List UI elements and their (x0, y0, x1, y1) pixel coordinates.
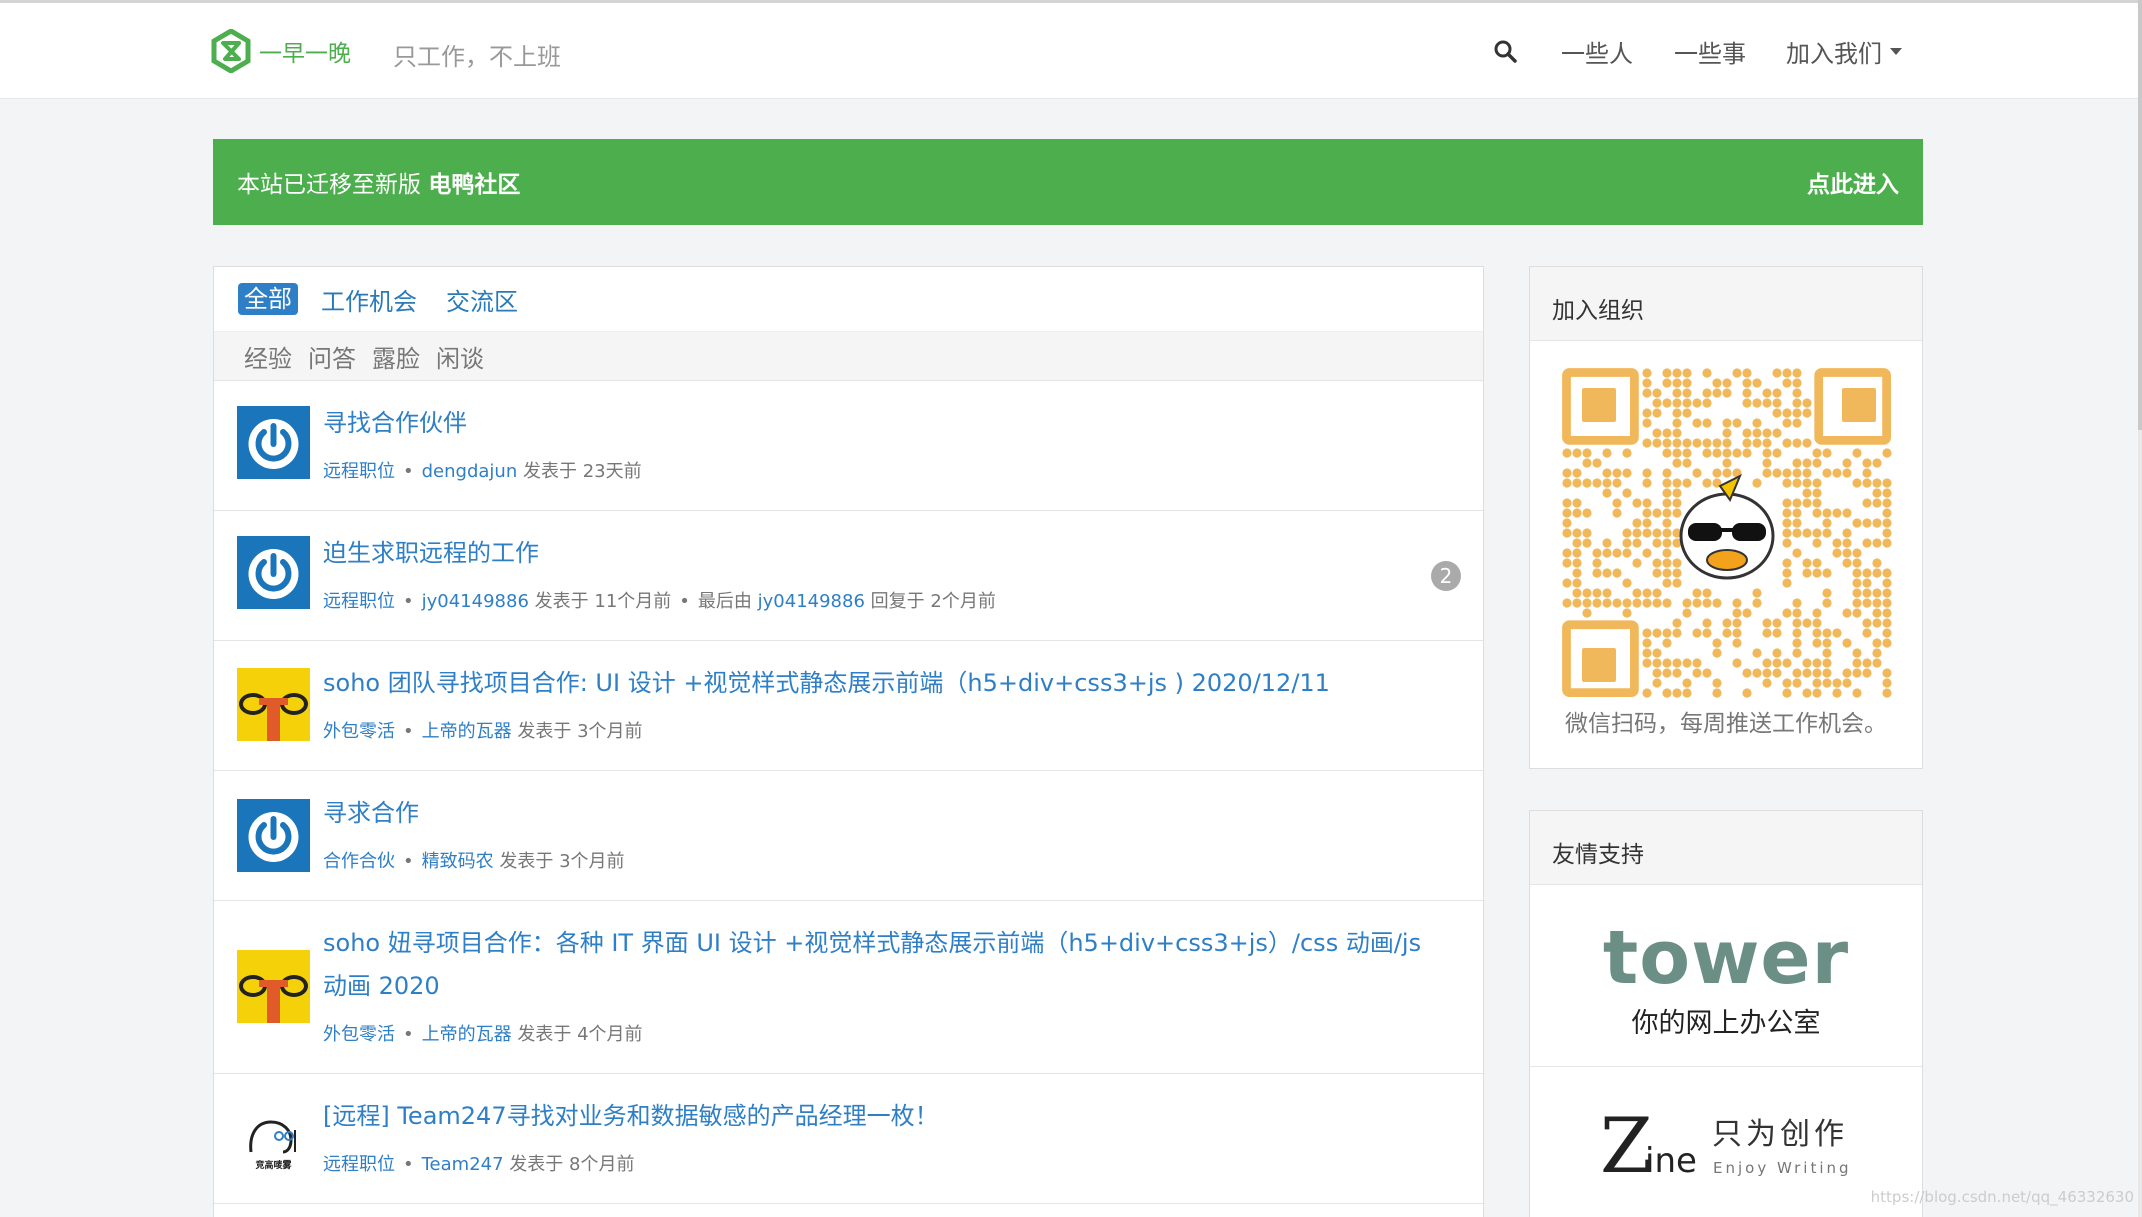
topic-row: 竞高唛雾 [远程] Team247寻找对业务和数据敏感的产品经理一枚！ 远程职位… (214, 1074, 1483, 1204)
cartoon-avatar[interactable] (237, 950, 310, 1023)
brand[interactable]: 一早一晚 (211, 29, 351, 73)
tower-logo: tower (1602, 915, 1850, 1001)
nav-things[interactable]: 一些事 (1674, 3, 1746, 99)
topic-category[interactable]: 外包零活 (323, 721, 395, 742)
topic-category[interactable]: 合作合伙 (323, 851, 395, 872)
power-avatar[interactable] (237, 799, 310, 872)
topic-row: soho 妞寻项目合作：各种 IT 界面 UI 设计 +视觉样式静态展示前端（h… (214, 901, 1483, 1074)
topic-meta: 远程职位 • dengdajun 发表于 23天前 (323, 457, 642, 483)
scrollbar-thumb[interactable] (2138, 0, 2142, 430)
banner-message: 本站已迁移至新版 (237, 172, 421, 198)
zine-tagline-en: Enjoy Writing (1713, 1159, 1852, 1177)
topic-row: 寻找合作伙伴 远程职位 • dengdajun 发表于 23天前 (214, 381, 1483, 511)
brand-logo-icon (211, 29, 251, 73)
topic-author[interactable]: 上帝的瓦器 (422, 721, 512, 742)
navbar: 一早一晚 只工作，不上班 一些人 一些事 加入我们 (0, 3, 2138, 99)
reply-count-badge: 2 (1431, 561, 1461, 591)
topic-posted: 发表于 3个月前 (517, 721, 643, 742)
last-reply-time: 回复于 2个月前 (870, 591, 996, 612)
meta-separator: • (403, 851, 414, 872)
topic-title[interactable]: [远程] Team247寻找对业务和数据敏感的产品经理一枚！ (323, 1095, 1443, 1138)
meta-separator: • (403, 1154, 414, 1175)
nav-things-label: 一些事 (1674, 39, 1746, 68)
subtab-showface[interactable]: 露脸 (372, 339, 420, 374)
topic-posted: 发表于 23天前 (522, 461, 642, 482)
topic-meta: 外包零活 • 上帝的瓦器 发表于 3个月前 (323, 717, 643, 743)
topic-author[interactable]: dengdajun (422, 461, 518, 482)
topic-author[interactable]: 上帝的瓦器 (422, 1024, 512, 1045)
topic-panel: 全部 工作机会 交流区 经验 问答 露脸 闲谈 寻找合作伙伴 远程职位 • deng… (213, 266, 1484, 1217)
topic-author[interactable]: jy04149886 (422, 591, 529, 612)
sponsor-zine[interactable]: Z ine 只为创作 Enjoy Writing (1530, 1067, 1922, 1217)
banner-text: 本站已迁移至新版 电鸭社区 (237, 165, 520, 199)
watermark: https://blog.csdn.net/qq_46332630 (1870, 1188, 2134, 1206)
last-reply-prefix: 最后由 (697, 591, 752, 612)
topic-row: soho 团队寻找项目合作: UI 设计 +视觉样式静态展示前端（h5+div+… (214, 641, 1483, 771)
topic-posted: 发表于 11个月前 (534, 591, 672, 612)
sponsors-panel: 友情支持 tower 你的网上办公室 Z ine 只为创作 Enjoy Writ… (1529, 810, 1923, 1217)
topic-author[interactable]: 精致码农 (422, 851, 494, 872)
topic-row: 迫生求职远程的工作 远程职位 • jy04149886 发表于 11个月前 • 最后由 … (214, 511, 1483, 641)
zine-logo-ine: ine (1645, 1141, 1697, 1181)
sponsor-tower[interactable]: tower 你的网上办公室 (1530, 885, 1922, 1067)
topic-meta: 远程职位 • Team247 发表于 8个月前 (323, 1150, 634, 1176)
topic-posted: 发表于 4个月前 (517, 1024, 643, 1045)
sponsors-panel-title: 友情支持 (1530, 811, 1922, 885)
topic-title[interactable]: 寻找合作伙伴 (323, 402, 1443, 445)
topic-category[interactable]: 远程职位 (323, 591, 395, 612)
search-icon (1494, 40, 1517, 63)
meta-separator: • (679, 591, 690, 612)
brand-name: 一早一晚 (259, 41, 351, 67)
topic-posted: 发表于 3个月前 (499, 851, 625, 872)
team247-logo-text: 竞高唛雾 (254, 1159, 292, 1171)
topic-meta: 远程职位 • jy04149886 发表于 11个月前 • 最后由 jy04149886… (323, 587, 996, 613)
topic-category[interactable]: 远程职位 (323, 1154, 395, 1175)
join-panel-title: 加入组织 (1530, 267, 1922, 341)
cartoon-avatar[interactable] (237, 668, 310, 741)
topic-author[interactable]: Team247 (422, 1154, 504, 1175)
wechat-qr-code (1562, 368, 1892, 698)
subtab-experience[interactable]: 经验 (244, 339, 292, 374)
topic-title[interactable]: soho 团队寻找项目合作: UI 设计 +视觉样式静态展示前端（h5+div+… (323, 662, 1443, 705)
subtab-qa[interactable]: 问答 (308, 339, 356, 374)
power-avatar[interactable] (237, 406, 310, 479)
slogan: 只工作，不上班 (393, 43, 561, 71)
tab-all[interactable]: 全部 (238, 283, 298, 315)
qr-wrap: 微信扫码，每周推送工作机会。 (1530, 341, 1922, 769)
tower-tagline: 你的网上办公室 (1631, 1008, 1821, 1039)
join-panel: 加入组织 微信扫码，每周推送工作机会。 (1529, 266, 1923, 769)
secondary-tabs: 经验 问答 露脸 闲谈 (214, 331, 1483, 381)
topic-posted: 发表于 8个月前 (509, 1154, 635, 1175)
nav-join-label: 加入我们 (1786, 39, 1882, 68)
topic-category[interactable]: 远程职位 (323, 461, 395, 482)
tab-jobs[interactable]: 工作机会 (315, 282, 423, 317)
caret-down-icon (1890, 47, 1902, 55)
banner-enter-link[interactable]: 点此进入 (1807, 165, 1899, 199)
search-button[interactable] (1493, 3, 1521, 99)
nav-people[interactable]: 一些人 (1561, 3, 1633, 99)
zine-tagline-cn: 只为创作 (1712, 1117, 1848, 1152)
topic-meta: 外包零活 • 上帝的瓦器 发表于 4个月前 (323, 1020, 643, 1046)
topic-category[interactable]: 外包零活 (323, 1024, 395, 1045)
primary-tabs: 全部 工作机会 交流区 (214, 267, 1483, 331)
meta-separator: • (403, 1024, 414, 1045)
qr-caption: 微信扫码，每周推送工作机会。 (1565, 711, 1887, 737)
topic-meta: 合作合伙 • 精致码农 发表于 3个月前 (323, 847, 625, 873)
power-avatar[interactable] (237, 536, 310, 609)
subtab-chat[interactable]: 闲谈 (436, 339, 484, 374)
nav-join-dropdown[interactable]: 加入我们 (1786, 3, 1902, 99)
tab-community[interactable]: 交流区 (440, 282, 524, 317)
topic-title[interactable]: 寻求合作 (323, 792, 1443, 835)
topic-title[interactable]: soho 妞寻项目合作：各种 IT 界面 UI 设计 +视觉样式静态展示前端（h… (323, 922, 1443, 1008)
meta-separator: • (403, 591, 414, 612)
meta-separator: • (403, 721, 414, 742)
last-reply-user[interactable]: jy04149886 (758, 591, 865, 612)
banner-highlight: 电鸭社区 (428, 172, 521, 198)
migration-banner: 本站已迁移至新版 电鸭社区 点此进入 (213, 139, 1923, 225)
topic-title[interactable]: 迫生求职远程的工作 (323, 532, 1443, 575)
topic-row: 寻求合作 合作合伙 • 精致码农 发表于 3个月前 (214, 771, 1483, 901)
meta-separator: • (403, 461, 414, 482)
team247-avatar[interactable]: 竞高唛雾 (237, 1104, 310, 1177)
nav-people-label: 一些人 (1561, 39, 1633, 68)
